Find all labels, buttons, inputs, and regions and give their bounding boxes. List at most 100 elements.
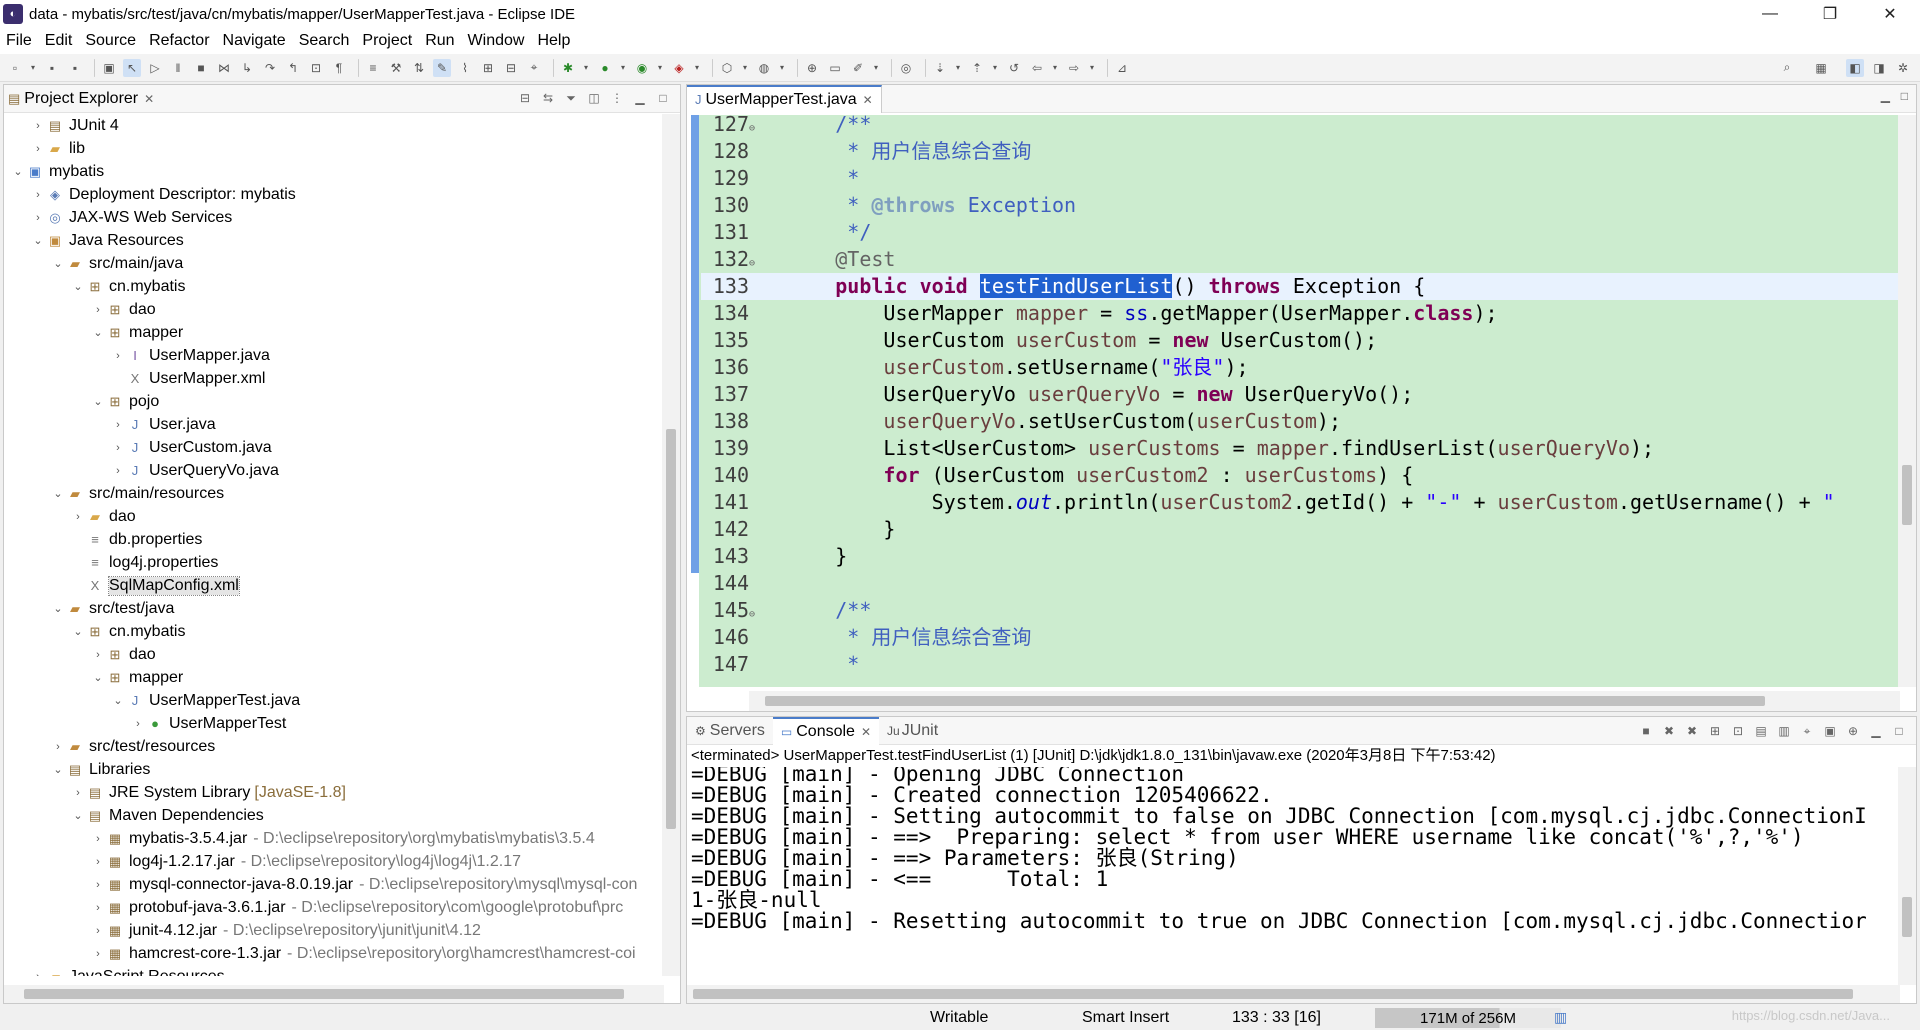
scrollbar-thumb[interactable]	[1902, 465, 1912, 525]
step-return-icon[interactable]: ↰	[284, 59, 302, 77]
code-line[interactable]: 128 * 用户信息综合查询	[701, 138, 1900, 165]
code-line[interactable]: 140 for (UserCustom userCustom2 : userCu…	[701, 462, 1900, 489]
code-line[interactable]: 142 }	[701, 516, 1900, 543]
chevron-down-icon[interactable]: ▾	[741, 59, 749, 77]
chevron-right-icon[interactable]: ›	[30, 120, 46, 132]
forward-icon[interactable]: ⇨	[1065, 59, 1083, 77]
chevron-right-icon[interactable]: ›	[90, 948, 106, 960]
chevron-right-icon[interactable]: ›	[110, 350, 126, 362]
chevron-down-icon[interactable]: ▾	[1051, 59, 1059, 77]
tree-item[interactable]: X UserMapper.xml	[4, 367, 662, 390]
highlight-icon[interactable]: ✎	[433, 58, 451, 77]
tree-item[interactable]: › ▦ mysql-connector-java-8.0.19.jar - D:\ec…	[4, 873, 662, 896]
tab-console[interactable]: ▭ Console ✕	[772, 716, 879, 745]
chevron-right-icon[interactable]: ›	[70, 511, 86, 523]
tree-item[interactable]: › I UserMapper.java	[4, 344, 662, 367]
tree-item[interactable]: ⌄ ▣ mybatis	[4, 160, 662, 183]
chevron-down-icon[interactable]: ▾	[954, 59, 962, 77]
run-icon[interactable]: ●	[596, 59, 614, 77]
menu-help[interactable]: Help	[537, 32, 570, 50]
tree-item[interactable]: ≡ log4j.properties	[4, 551, 662, 574]
chevron-down-icon[interactable]: ▾	[582, 59, 590, 77]
chevron-right-icon[interactable]: ›	[110, 442, 126, 454]
project-explorer-tab[interactable]: ▤ Project Explorer ✕ ⊟ ⇆ ⏷ ◫ ⋮ ▁ □	[4, 85, 680, 113]
quick-access-search-icon[interactable]: ⌕	[1778, 59, 1796, 77]
debug-icon[interactable]: ✱	[559, 59, 577, 77]
tree-item[interactable]: › ▦ protobuf-java-3.6.1.jar - D:\eclipse\re…	[4, 896, 662, 919]
terminate-icon[interactable]: ■	[1637, 722, 1655, 740]
console-horizontal-scrollbar[interactable]	[687, 985, 1900, 1003]
display-console-icon[interactable]: ▣	[1821, 722, 1839, 740]
view-menu-icon[interactable]: ⋮	[608, 89, 626, 107]
tree-item[interactable]: › ● UserMapperTest	[4, 712, 662, 735]
scrollbar-thumb[interactable]	[765, 696, 1765, 706]
scrollbar-thumb[interactable]	[666, 429, 676, 829]
chevron-right-icon[interactable]: ›	[30, 189, 46, 201]
editor-tab[interactable]: J UserMapperTest.java ✕	[687, 84, 882, 113]
tree-item[interactable]: ⌄ ▤ Maven Dependencies	[4, 804, 662, 827]
tree-item[interactable]: ⌄ ▰ src/main/java	[4, 252, 662, 275]
minimize-view-icon[interactable]: ▁	[1867, 722, 1885, 740]
menu-edit[interactable]: Edit	[45, 32, 73, 50]
close-button[interactable]: ✕	[1860, 0, 1920, 28]
chevron-right-icon[interactable]: ›	[70, 787, 86, 799]
code-line[interactable]: 146 * 用户信息综合查询	[701, 624, 1900, 651]
tree-item[interactable]: ≡ db.properties	[4, 528, 662, 551]
tree-item[interactable]: › ⊞ dao	[4, 643, 662, 666]
chevron-right-icon[interactable]: ›	[50, 741, 66, 753]
chevron-down-icon[interactable]: ▾	[991, 59, 999, 77]
tree-item[interactable]: › J UserQueryVo.java	[4, 459, 662, 482]
chevron-down-icon[interactable]: ⌄	[90, 395, 106, 408]
tree-item[interactable]: › ◈ Deployment Descriptor: mybatis	[4, 183, 662, 206]
chevron-down-icon[interactable]: ▾	[656, 59, 664, 77]
minimize-button[interactable]: —	[1740, 0, 1800, 28]
prev-annotation-icon[interactable]: ⇡	[968, 59, 986, 77]
cleanup-icon[interactable]: ⚒	[387, 59, 405, 77]
menu-run[interactable]: Run	[425, 32, 454, 50]
scrollbar-thumb[interactable]	[24, 989, 624, 999]
new-java-project-icon[interactable]: ⬡	[718, 59, 736, 77]
focus-icon[interactable]: ◫	[585, 89, 603, 107]
code-line[interactable]: 136 userCustom.setUsername("张良");	[701, 354, 1900, 381]
save-all-icon[interactable]: ▪	[66, 59, 84, 77]
tree-item[interactable]: › ◎ JAX-WS Web Services	[4, 206, 662, 229]
chevron-right-icon[interactable]: ›	[130, 718, 146, 730]
chevron-right-icon[interactable]: ›	[110, 465, 126, 477]
save-icon[interactable]: ▪	[43, 59, 61, 77]
tree-item[interactable]: ⌄ ▣ Java Resources	[4, 229, 662, 252]
editor-horizontal-scrollbar[interactable]	[749, 691, 1900, 711]
code-line[interactable]: 139 List<UserCustom> userCustoms = mappe…	[701, 435, 1900, 462]
external-tools-icon[interactable]: ◈	[670, 59, 688, 77]
menu-source[interactable]: Source	[85, 32, 136, 50]
tree-item[interactable]: › ▤ JRE System Library [JavaSE-1.8]	[4, 781, 662, 804]
pin-console-icon[interactable]: ⌖	[1798, 722, 1816, 740]
chevron-down-icon[interactable]: ⌄	[90, 671, 106, 684]
code-line[interactable]: 130 * @throws Exception	[701, 192, 1900, 219]
code-line[interactable]: 141 System.out.println(userCustom2.getId…	[701, 489, 1900, 516]
tree-item[interactable]: ⌄ J UserMapperTest.java	[4, 689, 662, 712]
tree-item[interactable]: › ▤ JUnit 4	[4, 114, 662, 137]
chevron-down-icon[interactable]: ⌄	[70, 280, 86, 293]
minimize-view-icon[interactable]: ▁	[631, 89, 649, 107]
code-area[interactable]: 127⊖ /** 128 * 用户信息综合查询 129 * 130 * @throws…	[687, 115, 1900, 687]
chevron-down-icon[interactable]: ⌄	[30, 234, 46, 247]
chevron-right-icon[interactable]: ›	[90, 833, 106, 845]
toggle-breadcrumb-icon[interactable]: ⊟	[502, 59, 520, 77]
chevron-right-icon[interactable]: ›	[110, 419, 126, 431]
heap-status[interactable]: 171M of 256M	[1375, 1008, 1561, 1028]
select-icon[interactable]: ↖	[123, 58, 141, 77]
chevron-right-icon[interactable]: ›	[30, 143, 46, 155]
tree-item[interactable]: › ▰ lib	[4, 137, 662, 160]
console-vertical-scrollbar[interactable]	[1898, 767, 1916, 985]
tree-item[interactable]: ⌄ ⊞ mapper	[4, 666, 662, 689]
suspend-icon[interactable]: ‖	[169, 59, 187, 77]
maximize-view-icon[interactable]: □	[654, 89, 672, 107]
word-wrap-icon[interactable]: ⊡	[1729, 722, 1747, 740]
back-icon[interactable]: ⇦	[1028, 59, 1046, 77]
tree-item[interactable]: ⌄ ▰ src/main/resources	[4, 482, 662, 505]
chevron-down-icon[interactable]: ⌄	[70, 625, 86, 638]
menu-file[interactable]: File	[6, 32, 32, 50]
tab-servers[interactable]: ⚙ Servers	[687, 717, 773, 745]
step-into-icon[interactable]: ↳	[238, 59, 256, 77]
terminate-icon[interactable]: ■	[192, 59, 210, 77]
